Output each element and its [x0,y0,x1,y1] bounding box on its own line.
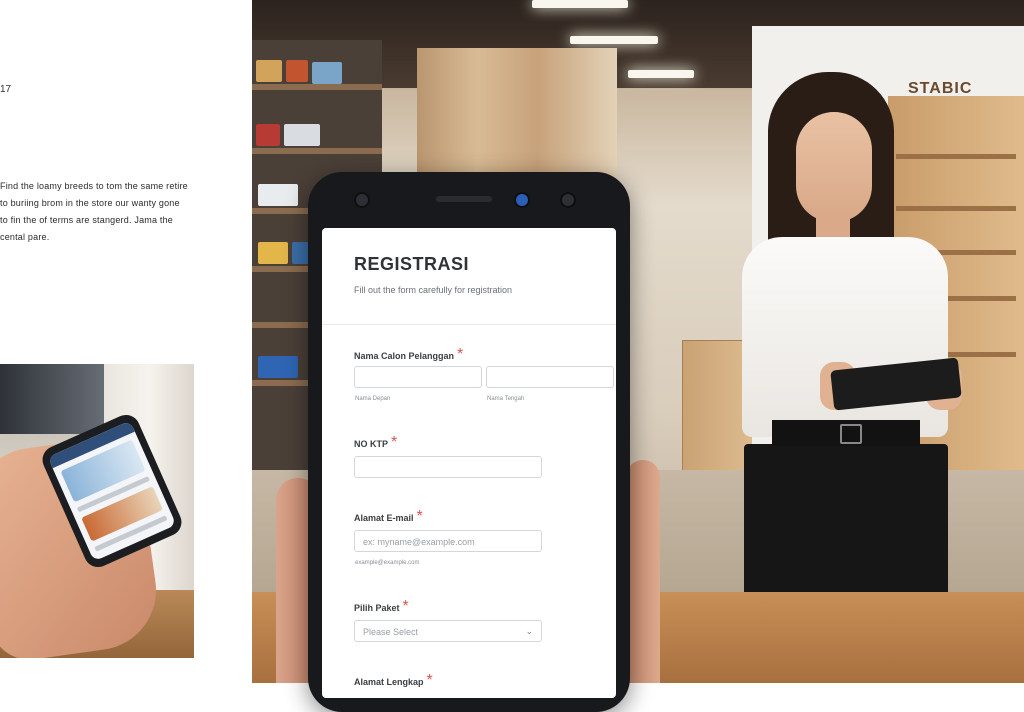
middle-name-input[interactable] [486,366,614,388]
camera-icon [354,192,370,208]
form-title: REGISTRASI [354,254,470,274]
address-field-label-row: Alamat Lengkap * [354,672,433,690]
product-box [256,60,282,82]
required-mark: * [457,346,464,363]
package-select[interactable]: Please Select ⌄ [354,620,542,642]
ceiling-light [628,70,694,78]
phone-screen: REGISTRASI Fill out the form carefully f… [322,228,616,698]
product-box [256,124,280,146]
article-image [0,364,194,658]
email-field-label: Alamat E-mail [354,513,414,523]
product-box [258,356,298,378]
name-field-label: Nama Calon Pelanggan [354,351,455,361]
middle-name-sublabel: Nama Tengah [487,396,525,402]
product-box [258,242,288,264]
product-box [284,124,320,146]
article-fragment: 17 [0,84,12,95]
ktp-field-label: NO KTP [354,439,389,449]
form-header: REGISTRASI Fill out the form carefully f… [322,228,616,325]
product-box [258,184,298,206]
article-paragraph: Find the loamy breeds to tom the same re… [0,181,188,242]
ktp-input[interactable] [354,456,542,478]
chevron-down-icon[interactable]: ⌄ [525,626,533,637]
required-mark: * [426,672,433,689]
email-hint: example@example.com [355,560,420,566]
product-box [286,60,308,82]
belt-buckle [840,424,862,444]
required-mark: * [391,434,398,451]
ceiling-light [532,0,628,8]
package-select-value: Please Select [363,627,419,637]
email-field-label-row: Alamat E-mail * [354,508,423,526]
assistant-face [796,112,872,222]
name-field-label-row: Nama Calon Pelanggan * [354,346,463,364]
store-assistant [720,72,970,612]
speaker-grille [436,196,492,202]
package-field-label: Pilih Paket [354,603,400,613]
sensor-icon [560,192,576,208]
assistant-skirt [744,444,948,612]
package-field-label-row: Pilih Paket * [354,598,409,616]
ceiling-light [570,36,658,44]
email-input[interactable]: ex: myname@example.com [354,530,542,552]
phone-top-bezel [308,172,630,228]
product-box [312,62,342,84]
ktp-field-label-row: NO KTP * [354,434,397,452]
camera-icon [514,192,530,208]
article-panel: 17 Find the loamy breeds to tom the same… [0,0,252,683]
first-name-sublabel: Nama Depan [355,396,391,402]
first-name-input[interactable] [354,366,482,388]
shelf-board [252,148,382,154]
shelf-board [252,84,382,90]
required-mark: * [402,598,409,615]
smartphone: REGISTRASI Fill out the form carefully f… [308,172,630,712]
form-subtitle: Fill out the form carefully for registra… [354,285,513,295]
required-mark: * [416,508,423,525]
right-hand-holding-phone [626,460,660,683]
address-field-label: Alamat Lengkap [354,677,424,687]
